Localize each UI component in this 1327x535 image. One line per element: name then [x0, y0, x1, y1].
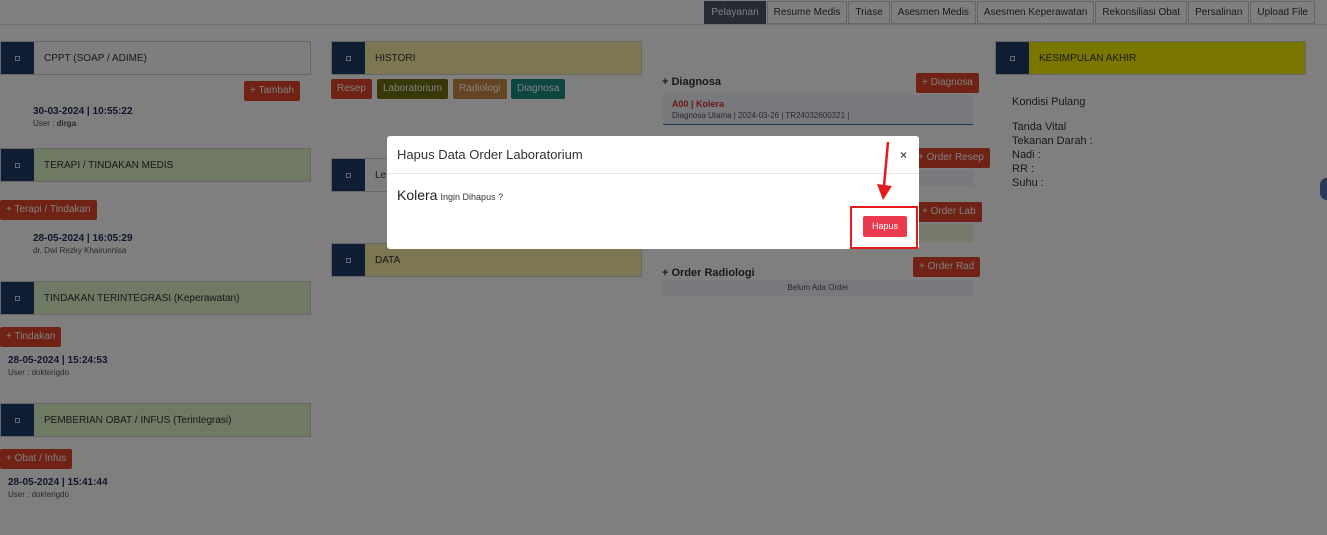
- modal-title: Hapus Data Order Laboratorium: [397, 147, 583, 162]
- modal-backdrop[interactable]: [0, 0, 1327, 535]
- modal-header: Hapus Data Order Laboratorium: [387, 136, 919, 174]
- floating-handle[interactable]: [1320, 178, 1327, 200]
- close-icon[interactable]: ×: [900, 148, 907, 162]
- annotation-arrow-icon: [877, 141, 892, 200]
- item-name: Kolera: [397, 187, 438, 203]
- modal-body: Kolera Ingin Dihapus ?: [397, 187, 503, 203]
- delete-question: Ingin Dihapus ?: [440, 192, 504, 202]
- annotation-highlight-box: [850, 206, 918, 249]
- delete-confirm-modal: Hapus Data Order Laboratorium × Kolera I…: [387, 136, 919, 249]
